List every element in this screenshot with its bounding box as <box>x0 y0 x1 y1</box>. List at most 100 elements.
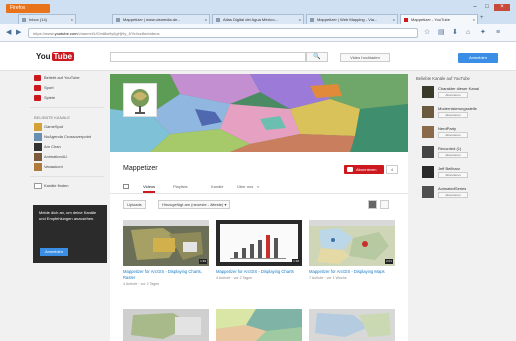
related-channel-item: Recorded (1) Abonnieren <box>416 143 512 163</box>
sidebar-channel[interactable]: NoAgenda Crossoverpoint <box>30 132 104 142</box>
sort-dropdown[interactable]: Hinzugefügt am (neueste - älteste) ▾ <box>158 200 231 209</box>
sidebar-item-games[interactable]: Spiele <box>30 93 104 103</box>
channel-name[interactable]: Jeff Beilharz <box>438 166 460 171</box>
video-thumbnail[interactable] <box>123 309 209 341</box>
search-input[interactable] <box>110 52 306 62</box>
channel-avatar[interactable] <box>123 83 157 117</box>
video-item[interactable] <box>123 309 209 341</box>
channel-search-icon[interactable]: ⌕ <box>257 182 259 191</box>
channel-banner <box>110 74 408 152</box>
channel-avatar[interactable] <box>422 86 434 98</box>
channel-avatar[interactable] <box>422 186 434 198</box>
video-thumbnail[interactable]: 1:39 <box>123 220 209 266</box>
close-window-icon[interactable]: × <box>494 4 510 11</box>
channel-subscribe-button[interactable]: Abonnieren <box>438 152 468 158</box>
upload-button[interactable]: Video hochladen <box>340 53 390 62</box>
navigation-bar: ◀ ▶ https://www.youtube.com/channel/UCtn… <box>0 24 516 42</box>
tab-label: Mappetizer | Web Mapping - Via... <box>317 17 378 22</box>
list-view-icon[interactable] <box>380 200 389 209</box>
minimize-icon[interactable]: – <box>470 4 480 11</box>
video-thumbnail[interactable]: 2:01 <box>309 220 395 266</box>
video-item[interactable]: 1:39 Mappetizer for ArcGIS - Displaying … <box>123 220 209 287</box>
youtube-logo[interactable]: You Tube <box>36 51 75 62</box>
channel-name[interactable]: Modernisierungsstelle <box>438 106 477 111</box>
tab-label: Mappetizer - YouTube <box>411 17 450 22</box>
new-tab-button[interactable]: + <box>480 15 484 21</box>
sidebar-channel[interactable]: GameSpot <box>30 122 104 132</box>
bookmark-star-icon[interactable]: ☆ <box>424 28 430 37</box>
video-item[interactable] <box>309 309 395 341</box>
related-channels: Beliebte Kanäle auf YouTube Charakter di… <box>416 74 512 203</box>
sidebar-item-popular[interactable]: Beliebt auf YouTube <box>30 73 104 83</box>
channel-name[interactable]: AnimatedSeries <box>438 186 466 191</box>
related-channel-item: Jeff Beilharz Abonnieren <box>416 163 512 183</box>
channel-subscribe-button[interactable]: Abonnieren <box>438 192 468 198</box>
video-item[interactable]: 1:18 Mappetizer for ArcGIS - Displaying … <box>216 220 302 281</box>
close-tab-icon[interactable]: × <box>299 15 301 24</box>
channel-name[interactable]: Charakter dieser Kanal <box>438 86 479 91</box>
bookmarks-icon[interactable]: ▤ <box>438 28 445 37</box>
tab-youtube-active[interactable]: Mappetizer - YouTube × <box>400 14 478 24</box>
forward-icon[interactable]: ▶ <box>16 28 21 37</box>
sign-in-button[interactable]: Anmelden <box>458 53 498 63</box>
related-channel-item: NerdParty Abonnieren <box>416 123 512 143</box>
channel-avatar[interactable] <box>422 126 434 138</box>
channel-subscribe-button[interactable]: Abonnieren <box>438 172 468 178</box>
grid-view-icon[interactable] <box>368 200 377 209</box>
channel-name[interactable]: Recorded (1) <box>438 146 461 151</box>
close-tab-icon[interactable]: × <box>473 15 475 24</box>
channel-subscribe-button[interactable]: Abonnieren <box>438 132 468 138</box>
sidebar-channel[interactable]: Animation4U <box>30 152 104 162</box>
sidebar-item-label: Beliebt auf YouTube <box>44 75 80 80</box>
back-icon[interactable]: ◀ <box>6 28 11 37</box>
subscribe-button[interactable]: Abonnieren <box>344 165 384 174</box>
channel-avatar[interactable] <box>422 146 434 158</box>
signin-promo: Melde dich an, um deine Kanäle und Empfe… <box>33 205 107 263</box>
mail-icon <box>22 18 26 22</box>
tab-channels[interactable]: Kanäle <box>211 182 223 191</box>
channel-thumbnail <box>34 143 42 151</box>
video-title[interactable]: Mappetizer for ArcGIS - Displaying Chart… <box>123 269 209 281</box>
video-thumbnail[interactable]: 1:18 <box>216 220 302 266</box>
tab-inbox[interactable]: Inbox (14) × <box>18 14 76 24</box>
tab-videos[interactable]: Videos <box>143 182 156 193</box>
related-channel-item: AnimatedSeries Abonnieren <box>416 183 512 203</box>
close-tab-icon[interactable]: × <box>71 15 73 24</box>
channel-avatar[interactable] <box>422 166 434 178</box>
sport-icon <box>34 85 41 91</box>
uploads-filter[interactable]: Uploads <box>123 200 146 209</box>
close-tab-icon[interactable]: × <box>393 15 395 24</box>
video-duration: 1:39 <box>199 259 207 264</box>
video-item[interactable]: 2:01 Mappetizer for ArcGIS - Displaying … <box>309 220 395 281</box>
video-item[interactable] <box>216 309 302 341</box>
promo-signin-button[interactable]: Anmelden <box>40 248 68 256</box>
search-button[interactable]: 🔍 <box>306 52 328 62</box>
firefox-menu-button[interactable]: Firefox <box>6 4 50 13</box>
video-thumbnail[interactable] <box>216 309 302 341</box>
channel-thumbnail <box>34 123 42 131</box>
tab-mappetizer-1[interactable]: Mappetizer | www.uismedia.de... × <box>112 14 210 24</box>
tab-label: Atlas Digital del Agua México... <box>223 17 278 22</box>
channel-name[interactable]: NerdParty <box>438 126 456 131</box>
sidebar-channel[interactable]: Vanaukoni <box>30 162 104 172</box>
browse-channels-link[interactable]: Kanäle finden <box>30 181 104 191</box>
video-thumbnail[interactable] <box>309 309 395 341</box>
home-icon[interactable]: ⌂ <box>466 28 470 37</box>
download-icon[interactable]: ⬇ <box>452 28 458 37</box>
menu-icon[interactable]: ≡ <box>496 28 500 37</box>
sidebar-item-sport[interactable]: Sport <box>30 83 104 93</box>
youtube-icon <box>404 18 408 22</box>
tab-mappetizer-2[interactable]: Mappetizer | Web Mapping - Via... × <box>306 14 398 24</box>
sidebar-channel[interactable]: Am Chan <box>30 142 104 152</box>
tab-about[interactable]: Über uns <box>237 182 253 191</box>
maximize-icon[interactable]: □ <box>482 4 492 11</box>
channel-subscribe-button[interactable]: Abonnieren <box>438 112 468 118</box>
channel-avatar[interactable] <box>422 106 434 118</box>
addon-icon[interactable]: ✦ <box>480 28 486 37</box>
channel-home-icon[interactable] <box>123 184 129 189</box>
close-tab-icon[interactable]: × <box>205 15 207 24</box>
tab-atlas-digital[interactable]: Atlas Digital del Agua México... × <box>212 14 304 24</box>
tab-playlists[interactable]: Playlists <box>173 182 188 191</box>
channel-subscribe-button[interactable]: Abonnieren <box>438 92 468 98</box>
url-bar[interactable]: https://www.youtube.com/channel/UCtnt8w9… <box>28 28 418 38</box>
